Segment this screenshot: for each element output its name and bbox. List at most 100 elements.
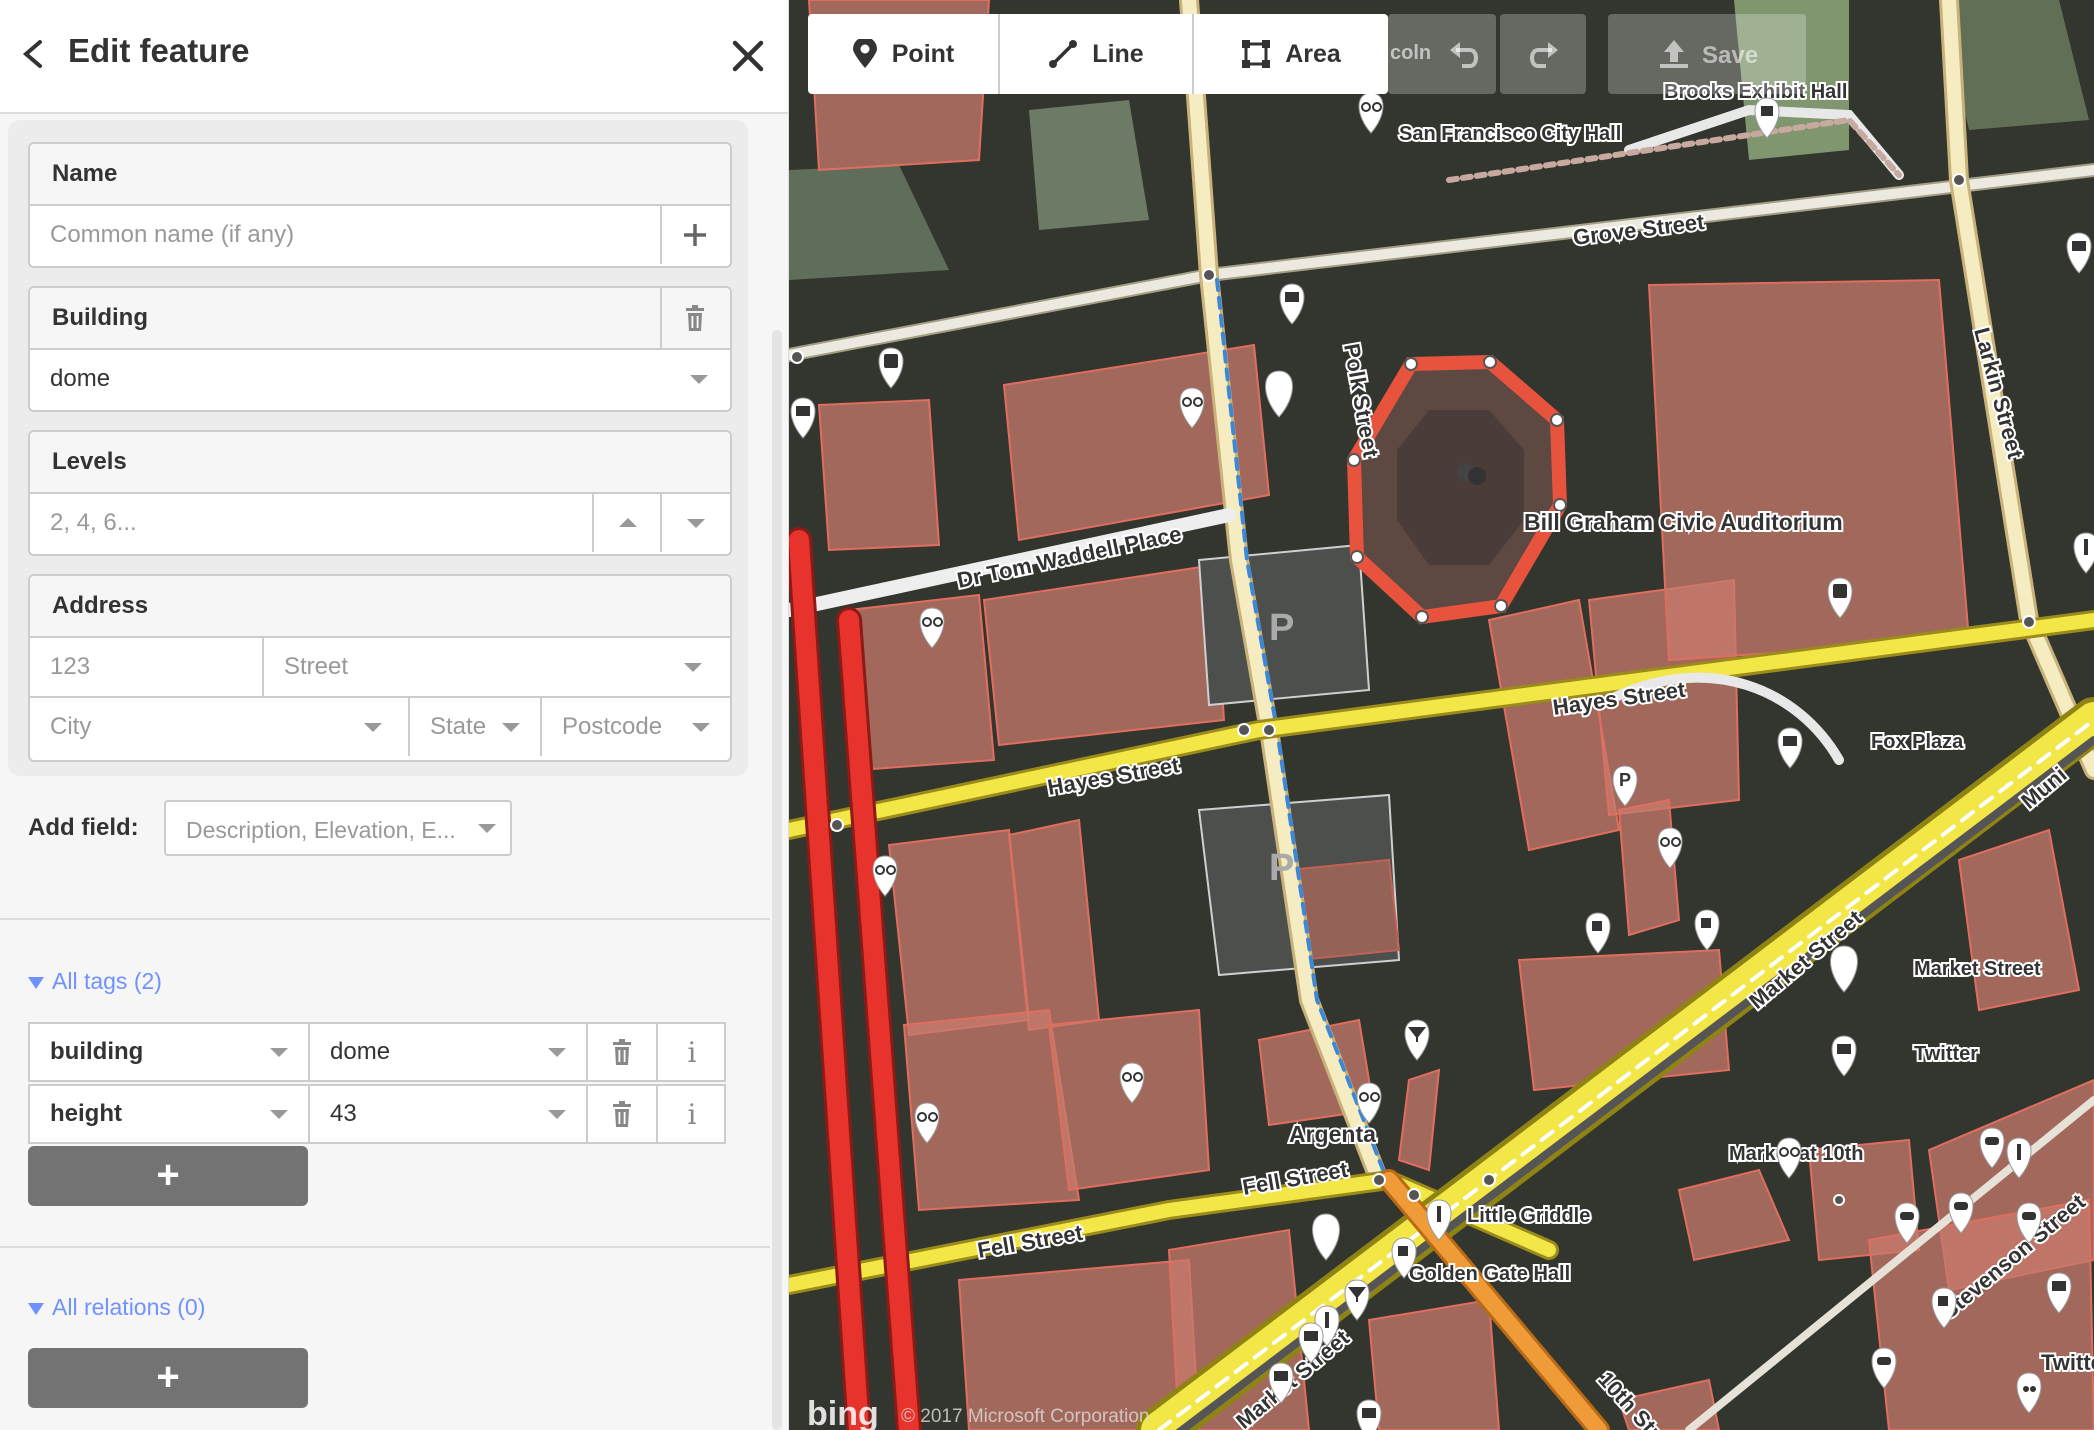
building-combo[interactable]: dome (30, 350, 730, 408)
place-label: San Francisco City Hall (1399, 123, 1621, 145)
all-tags-toggle[interactable]: All tags (2) (28, 968, 162, 995)
levels-label: Levels (30, 432, 730, 494)
place-label: Bill Graham Civic Auditorium (1524, 509, 1843, 535)
all-relations-label: All relations (0) (52, 1294, 206, 1320)
dropdown-caret-icon[interactable] (478, 824, 496, 833)
housenumber-input[interactable]: 123 (30, 638, 264, 696)
preset-fields: Name Common name (if any) Building dome (8, 120, 748, 776)
address-field: Address 123 Street City State Postcode (28, 574, 732, 762)
city-combo[interactable]: City (30, 698, 410, 756)
tag-row: building dome i (28, 1022, 726, 1082)
trash-icon (613, 1101, 631, 1127)
caret-down-icon (687, 519, 705, 528)
name-label: Name (30, 144, 730, 206)
decrement-button[interactable] (660, 494, 728, 552)
place-label: Twitter (1914, 1043, 1978, 1065)
save-button[interactable]: Save (1608, 14, 1806, 94)
info-icon: i (687, 1097, 697, 1131)
trash-icon (686, 305, 704, 331)
plus-icon (684, 224, 706, 246)
parking-label: P (1269, 847, 1294, 889)
building-label-text: Building (52, 304, 148, 331)
map-layer[interactable]: P P Grove Street Polk Street Larkin Stre… (789, 0, 2094, 1430)
chevron-left-icon (22, 40, 42, 68)
undo-icon (1450, 42, 1478, 68)
delete-tag-button[interactable] (588, 1024, 658, 1080)
building-value[interactable]: dome (30, 350, 670, 408)
svg-text:P: P (1619, 770, 1631, 790)
redo-button[interactable] (1500, 14, 1586, 94)
dropdown-caret-icon[interactable] (690, 375, 708, 384)
place-label: Argenta (1289, 1121, 1376, 1147)
inspector-title: Edit feature (68, 32, 250, 69)
point-icon (852, 39, 877, 68)
inspector-header: Edit feature (0, 0, 788, 114)
sidebar-scrollbar[interactable] (772, 330, 782, 1430)
levels-input[interactable]: 2, 4, 6... (30, 494, 590, 552)
city-placeholder: City (50, 713, 92, 740)
disclosure-triangle-icon (28, 976, 44, 989)
tag-key-input[interactable]: height (30, 1086, 310, 1142)
place-label: Golden Gate Hall (1409, 1263, 1570, 1285)
area-icon (1242, 40, 1271, 68)
attribution-text: © 2017 Microsoft Corporation (901, 1406, 1149, 1427)
housenumber-placeholder: 123 (50, 653, 91, 680)
info-icon: i (687, 1035, 697, 1069)
map-canvas[interactable]: P P Grove Street Polk Street Larkin Stre… (789, 0, 2094, 1430)
dropdown-caret-icon[interactable] (548, 1048, 566, 1057)
dropdown-caret-icon[interactable] (270, 1048, 288, 1057)
delete-tag-button[interactable] (588, 1086, 658, 1142)
place-label: Fox Plaza (1871, 731, 1964, 753)
back-button[interactable] (14, 34, 54, 74)
dropdown-caret-icon[interactable] (502, 723, 520, 732)
undo-button[interactable]: coln (1388, 14, 1496, 94)
street-combo[interactable]: Street (264, 638, 728, 696)
place-label: Little Griddle (1467, 1205, 1590, 1227)
all-relations-toggle[interactable]: All relations (0) (28, 1294, 205, 1321)
section-divider (0, 1246, 770, 1248)
building-field: Building dome (28, 286, 732, 412)
add-field-label: Add field: (28, 814, 139, 841)
add-area-label: Area (1285, 39, 1341, 68)
dropdown-caret-icon[interactable] (270, 1110, 288, 1119)
dropdown-caret-icon[interactable] (548, 1110, 566, 1119)
add-localized-name-button[interactable] (660, 206, 728, 264)
all-tags-label: All tags (2) (52, 968, 162, 994)
postcode-combo[interactable]: Postcode (542, 698, 728, 756)
close-button[interactable] (726, 34, 770, 78)
name-input[interactable]: Common name (if any) (30, 206, 660, 264)
add-area-button[interactable]: Area (1194, 14, 1388, 94)
caret-up-icon (619, 518, 637, 527)
add-tag-button[interactable]: + (28, 1146, 308, 1206)
dropdown-caret-icon[interactable] (364, 723, 382, 732)
state-placeholder: State (430, 713, 487, 740)
tag-info-button[interactable]: i (658, 1024, 726, 1080)
save-label: Save (1702, 42, 1759, 69)
add-point-button[interactable]: Point (808, 14, 1000, 94)
dropdown-caret-icon[interactable] (684, 663, 702, 672)
upload-icon (1660, 40, 1688, 68)
tag-key-input[interactable]: building (30, 1024, 310, 1080)
tag-row: height 43 i (28, 1084, 726, 1144)
postcode-placeholder: Postcode (562, 713, 663, 740)
disclosure-triangle-icon (28, 1302, 44, 1315)
levels-field: Levels 2, 4, 6... (28, 430, 732, 556)
remove-field-button[interactable] (660, 288, 728, 348)
redo-icon (1530, 42, 1558, 68)
tag-value-input[interactable]: 43 (310, 1086, 588, 1142)
state-combo[interactable]: State (410, 698, 542, 756)
add-relation-button[interactable]: + (28, 1348, 308, 1408)
add-field-combo[interactable]: Description, Elevation, E... (164, 800, 512, 856)
name-field: Name Common name (if any) (28, 142, 732, 268)
tag-value-input[interactable]: dome (310, 1024, 588, 1080)
faded-label: coln (1390, 42, 1432, 64)
bing-logo: bing (807, 1395, 879, 1430)
place-label: Twitte (2041, 1350, 2094, 1375)
line-icon (1049, 40, 1078, 68)
tag-info-button[interactable]: i (658, 1086, 726, 1142)
dropdown-caret-icon[interactable] (692, 723, 710, 732)
shop-pin-icon (1356, 1399, 1382, 1430)
place-label: Market Street (1914, 958, 2041, 980)
add-line-button[interactable]: Line (1000, 14, 1194, 94)
increment-button[interactable] (592, 494, 660, 552)
